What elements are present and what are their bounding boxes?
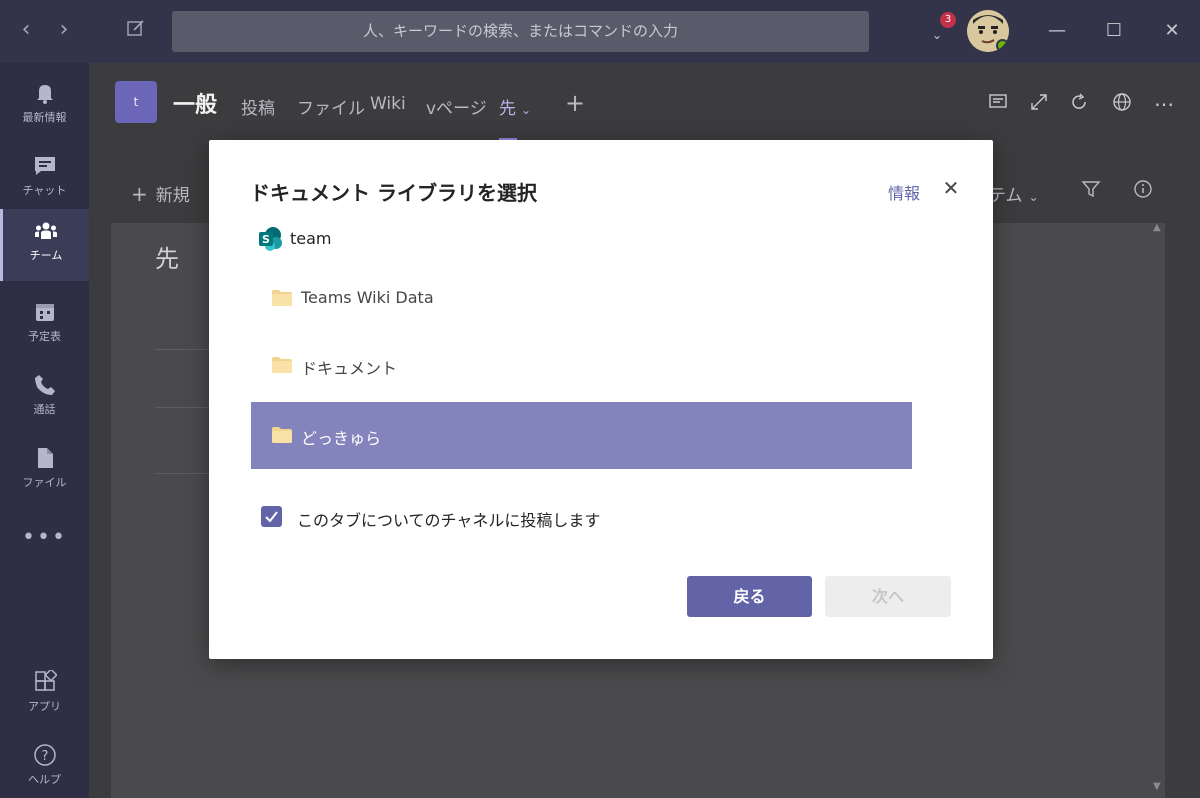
view-selector[interactable]: テム ⌄	[989, 181, 1039, 206]
post-to-channel-label: このタブについてのチャネルに投稿します	[297, 511, 601, 530]
avatar[interactable]	[967, 10, 1009, 52]
tab-current-label: 先	[499, 99, 516, 119]
folder-name: ドキュメント	[301, 359, 398, 378]
folder-icon	[272, 427, 292, 443]
chat-icon	[34, 157, 55, 175]
phone-icon	[34, 375, 55, 395]
teams-icon	[35, 222, 57, 239]
rail-item-calendar[interactable]: 予定表	[0, 290, 89, 362]
plus-icon: +	[131, 182, 148, 206]
info-icon[interactable]	[1133, 179, 1153, 204]
chevron-down-icon: ⌄	[932, 28, 943, 42]
tab-wiki[interactable]: Wiki	[370, 94, 406, 114]
rail-label: 最新情報	[22, 111, 67, 124]
page-title: 先	[155, 245, 179, 273]
title-bar: ‹ › 人、キーワードの検索、またはコマンドの入力 3 ⌄ — ☐ ✕	[0, 0, 1200, 63]
rail-label: チーム	[29, 249, 63, 262]
more-options-icon[interactable]: ⋯	[1152, 92, 1176, 116]
view-label: テム	[989, 186, 1023, 206]
tab-current[interactable]: 先 ⌄	[499, 94, 531, 119]
rail-item-chat[interactable]: チャット	[0, 144, 89, 216]
expand-icon[interactable]	[1027, 92, 1051, 116]
conversation-icon[interactable]	[986, 92, 1010, 116]
chevron-down-icon: ⌄	[1028, 190, 1039, 204]
refresh-icon[interactable]	[1067, 92, 1091, 116]
svg-text:?: ?	[41, 749, 48, 764]
next-button[interactable]: 次へ	[825, 576, 951, 617]
rail-item-calls[interactable]: 通話	[0, 363, 89, 435]
status-available-icon	[996, 39, 1009, 52]
rail-item-teams[interactable]: チーム	[0, 209, 89, 281]
tab-posts[interactable]: 投稿	[241, 94, 275, 119]
calendar-icon	[35, 304, 54, 321]
back-icon[interactable]: ‹	[14, 18, 38, 42]
select-library-dialog: ドキュメント ライブラリを選択 情報 ✕ S team Teams Wiki D…	[209, 140, 993, 659]
rail-item-apps[interactable]: アプリ	[0, 660, 89, 732]
folder-name: Teams Wiki Data	[301, 288, 434, 307]
folder-name: どっきゅら	[301, 429, 382, 448]
channel-header: t 一般 投稿 ファイル Wiki vページ 先 ⌄ + ⋯	[89, 63, 1200, 145]
rail-label: ファイル	[22, 476, 67, 489]
help-icon: ?	[33, 744, 56, 766]
tab-files[interactable]: ファイル	[297, 94, 365, 119]
add-tab-button[interactable]: +	[565, 89, 585, 117]
new-button[interactable]: + 新規	[131, 181, 190, 206]
globe-icon[interactable]	[1110, 92, 1134, 116]
compose-icon[interactable]	[124, 18, 148, 42]
post-to-channel-checkbox[interactable]	[261, 506, 282, 527]
rail-label: チャット	[22, 184, 67, 197]
team-avatar: t	[115, 81, 157, 123]
scrollbar[interactable]: ▲ ▼	[1152, 222, 1166, 798]
notification-badge: 3	[940, 12, 956, 28]
scroll-up-icon[interactable]: ▲	[1153, 222, 1161, 233]
info-link[interactable]: 情報	[888, 180, 920, 204]
filter-icon[interactable]	[1081, 179, 1101, 204]
notifications-button[interactable]: 3 ⌄	[928, 12, 958, 48]
channel-title: 一般	[173, 93, 218, 118]
minimize-button[interactable]: —	[1044, 18, 1070, 44]
rail-label: ヘルプ	[28, 773, 61, 786]
rail-item-help[interactable]: ? ヘルプ	[0, 733, 89, 798]
rail-label: 通話	[33, 403, 56, 416]
file-icon	[37, 448, 53, 468]
rail-label: アプリ	[28, 700, 61, 713]
bell-icon	[36, 85, 53, 104]
folder-item-selected[interactable]: どっきゅら	[251, 402, 912, 469]
sharepoint-icon: S	[259, 227, 282, 251]
checkmark-icon	[265, 511, 278, 523]
back-button[interactable]: 戻る	[687, 576, 812, 617]
scroll-down-icon[interactable]: ▼	[1153, 781, 1161, 792]
app-rail: 最新情報 チャット チーム 予定表 通話 ファイル ••• アプリ ? ヘルプ	[0, 63, 89, 798]
more-apps-icon[interactable]: •••	[0, 525, 89, 550]
folder-icon	[272, 357, 292, 373]
rail-label: 予定表	[28, 330, 61, 343]
close-icon[interactable]: ✕	[939, 176, 963, 200]
folder-icon	[272, 290, 292, 306]
folder-item[interactable]: ドキュメント	[251, 332, 912, 399]
forward-icon[interactable]: ›	[52, 18, 76, 42]
dialog-title: ドキュメント ライブラリを選択	[250, 181, 537, 205]
folder-item[interactable]: Teams Wiki Data	[251, 265, 912, 332]
tab-vpage[interactable]: vページ	[426, 94, 487, 119]
rail-item-activity[interactable]: 最新情報	[0, 71, 89, 143]
close-window-button[interactable]: ✕	[1159, 18, 1185, 44]
svg-text:S: S	[262, 233, 270, 246]
search-input[interactable]: 人、キーワードの検索、またはコマンドの入力	[172, 11, 869, 52]
rail-item-files[interactable]: ファイル	[0, 436, 89, 508]
chevron-down-icon: ⌄	[521, 103, 532, 117]
apps-icon	[34, 670, 57, 691]
maximize-button[interactable]: ☐	[1101, 18, 1127, 44]
new-label: 新規	[155, 186, 190, 206]
site-name: team	[290, 229, 332, 248]
